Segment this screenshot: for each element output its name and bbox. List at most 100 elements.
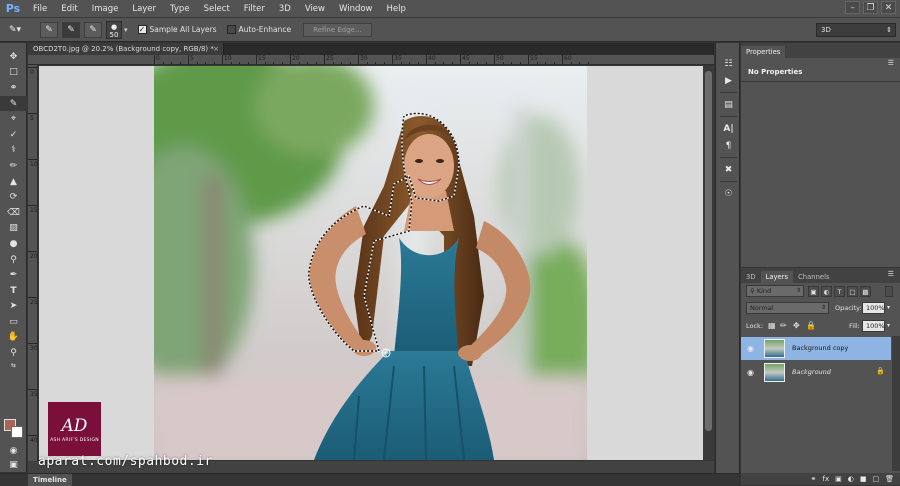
add-to-selection-icon[interactable]: ✎ [62, 21, 80, 38]
tab-channels[interactable]: Channels [793, 271, 834, 283]
opacity-stepper-icon[interactable]: ▾ [887, 304, 890, 311]
layer-row-background-copy[interactable]: ◉ Background copy [741, 337, 891, 360]
actions-play-icon[interactable]: ▶ [716, 72, 741, 89]
filter-smart-object-icon[interactable]: ▩ [860, 286, 871, 297]
dodge-tool-icon[interactable]: ⚲ [0, 252, 27, 268]
tool-presets-icon[interactable]: ✖ [716, 161, 741, 178]
lock-position-icon[interactable]: ✥ [793, 321, 800, 330]
panel-menu-icon[interactable]: ☰ [888, 59, 894, 67]
new-selection-icon[interactable]: ✎ [40, 21, 58, 38]
gradient-tool-icon[interactable]: ▨ [0, 221, 27, 237]
properties-content: No Properties [748, 68, 803, 76]
ruler-horizontal[interactable]: 0 5 10 15 20 25 30 35 40 45 50 55 60 [28, 55, 714, 65]
menu-3d[interactable]: 3D [272, 0, 298, 18]
refine-edge-button[interactable]: Refine Edge... [303, 22, 372, 37]
marquee-tool-icon[interactable]: □ [0, 65, 27, 81]
filter-adjustment-icon[interactable]: ◐ [821, 286, 832, 297]
menu-type[interactable]: Type [163, 0, 197, 18]
character-icon[interactable]: A| [716, 120, 741, 137]
add-mask-icon[interactable]: ▣ [835, 475, 842, 483]
menu-select[interactable]: Select [197, 0, 237, 18]
visibility-eye-icon[interactable]: ◉ [747, 368, 754, 377]
delete-layer-icon[interactable]: 🗑 [885, 475, 894, 483]
panel-menu-icon[interactable]: ☰ [888, 270, 894, 278]
menu-window[interactable]: Window [332, 0, 380, 18]
layer-style-icon[interactable]: fx [823, 475, 830, 483]
menu-file[interactable]: File [26, 0, 54, 18]
quick-selection-preset-icon[interactable]: ✎▾ [4, 22, 26, 38]
filter-shape-icon[interactable]: □ [847, 286, 858, 297]
type-tool-icon[interactable]: T [0, 283, 27, 299]
new-group-icon[interactable]: ■ [860, 475, 867, 483]
history-brush-tool-icon[interactable]: ⟳ [0, 189, 27, 205]
background-color-swatch[interactable] [11, 426, 23, 438]
fill-input[interactable]: 100% [862, 320, 885, 332]
paragraph-icon[interactable]: ¶ [716, 137, 741, 154]
scrollbar-thumb[interactable] [705, 71, 712, 431]
tab-3d[interactable]: 3D [741, 271, 761, 283]
tab-layers[interactable]: Layers [760, 271, 794, 283]
lock-transparent-icon[interactable]: ▦ [768, 321, 776, 330]
blur-tool-icon[interactable]: ● [0, 236, 27, 252]
lock-pixels-icon[interactable]: ✏ [780, 321, 787, 330]
clone-stamp-tool-icon[interactable]: ▲ [0, 174, 27, 190]
menu-layer[interactable]: Layer [125, 0, 163, 18]
filter-type-icon[interactable]: T [834, 286, 845, 297]
move-tool-icon[interactable]: ✥ [0, 49, 27, 65]
canvas-vertical-scrollbar[interactable] [703, 66, 714, 460]
eraser-tool-icon[interactable]: ⌫ [0, 205, 27, 221]
menu-image[interactable]: Image [85, 0, 126, 18]
tab-properties[interactable]: Properties [741, 46, 786, 58]
zoom-tool-icon[interactable]: ⚲ [0, 345, 27, 361]
hand-tool-icon[interactable]: ✋ [0, 330, 27, 346]
layers-scrollbar[interactable] [892, 336, 900, 471]
rectangle-tool-icon[interactable]: ▭ [0, 314, 27, 330]
workspace-select[interactable]: 3D ⇕ [816, 23, 896, 37]
blend-mode-select[interactable]: Normal ⇕ [746, 302, 829, 314]
chevron-down-icon: ⇕ [820, 304, 826, 311]
tab-timeline[interactable]: Timeline [28, 474, 72, 486]
filter-pixel-icon[interactable]: ▣ [808, 286, 819, 297]
brush-size-picker[interactable]: ● 50 [106, 20, 122, 39]
restore-icon[interactable]: ❐ [863, 1, 878, 14]
quick-selection-tool-icon[interactable]: ✎ [0, 95, 27, 112]
filter-kind-select[interactable]: ⚲ Kind ⇕ [746, 285, 804, 297]
path-selection-tool-icon[interactable]: ➤ [0, 299, 27, 315]
lock-all-icon[interactable]: 🔒 [806, 321, 816, 330]
cloud-icon[interactable]: ☉ [716, 185, 741, 202]
crop-tool-icon[interactable]: ⌖ [0, 111, 27, 127]
screen-mode-icon[interactable]: ▣ [0, 457, 27, 473]
healing-brush-tool-icon[interactable]: ⚕ [0, 143, 27, 159]
menu-view[interactable]: View [298, 0, 332, 18]
photo-woman-in-teal-dress [154, 66, 587, 460]
menu-edit[interactable]: Edit [54, 0, 84, 18]
auto-enhance-checkbox[interactable] [226, 25, 236, 34]
filter-toggle-icon[interactable] [885, 286, 893, 297]
sample-all-layers-checkbox[interactable]: ✓ [137, 25, 147, 34]
history-icon[interactable]: ☷ [716, 55, 741, 72]
layer-row-background[interactable]: ◉ Background 🔒 [741, 361, 891, 384]
subtract-from-selection-icon[interactable]: ✎ [84, 21, 102, 38]
minimize-icon[interactable]: – [845, 1, 860, 14]
swap-colors-icon[interactable]: ⇆ [0, 361, 27, 371]
pen-tool-icon[interactable]: ✒ [0, 267, 27, 283]
opacity-input[interactable]: 100% [862, 302, 885, 314]
close-icon[interactable]: × [213, 43, 219, 55]
eyedropper-tool-icon[interactable]: ✓ [0, 127, 27, 143]
close-icon[interactable]: ✕ [881, 1, 896, 14]
layer-comps-icon[interactable]: ▤ [716, 96, 741, 113]
lasso-tool-icon[interactable]: ⚭ [0, 80, 27, 96]
new-layer-icon[interactable]: □ [872, 475, 879, 483]
adjustment-layer-icon[interactable]: ◐ [848, 475, 854, 483]
brush-size-dropdown-icon[interactable]: ▾ [124, 26, 128, 34]
canvas-image[interactable] [154, 66, 587, 460]
ruler-vertical[interactable]: 0 5 10 15 20 25 30 35 40 [28, 65, 38, 473]
fill-stepper-icon[interactable]: ▾ [887, 322, 890, 329]
brush-tool-icon[interactable]: ✏ [0, 158, 27, 174]
link-layers-icon[interactable]: ⚭ [811, 475, 817, 483]
ruler-minor-tick [162, 62, 164, 64]
menu-filter[interactable]: Filter [237, 0, 272, 18]
menu-help[interactable]: Help [380, 0, 413, 18]
visibility-eye-icon[interactable]: ◉ [747, 344, 754, 353]
document-tab[interactable]: OBCD2T0.jpg @ 20.2% (Background copy, RG… [28, 43, 224, 55]
